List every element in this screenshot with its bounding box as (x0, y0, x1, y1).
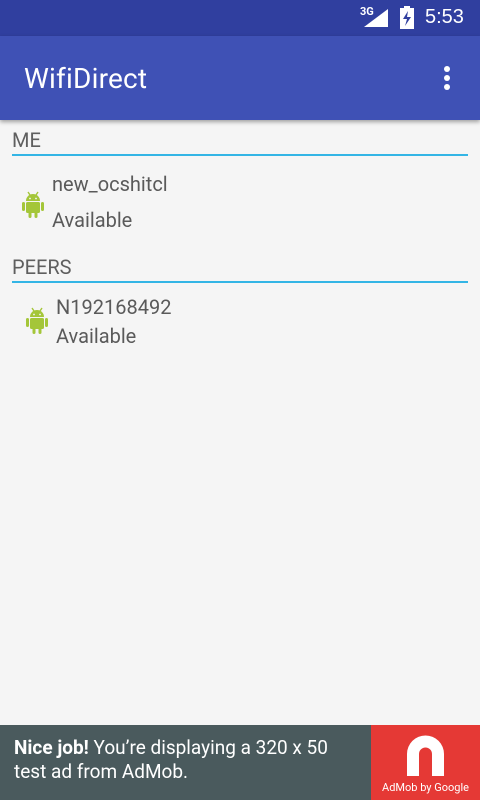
admob-logo-caption: AdMob by Google (382, 781, 469, 794)
section-header-me: ME (12, 127, 468, 156)
battery-icon (400, 6, 414, 29)
device-name: N192168492 (56, 295, 172, 319)
my-device-row[interactable]: new_ocshitcl Available (0, 167, 480, 243)
ad-banner[interactable]: Nice job! You’re displaying a 320 x 50 t… (0, 725, 480, 800)
android-icon (26, 307, 48, 334)
android-icon (22, 191, 44, 218)
app-bar: WifiDirect (0, 36, 480, 120)
section-header-peers: PEERS (12, 254, 468, 283)
device-status: Available (52, 208, 133, 232)
app-title: WifiDirect (24, 62, 148, 95)
admob-logo: AdMob by Google (371, 725, 480, 800)
admob-logo-icon (407, 735, 444, 776)
ad-text: Nice job! You’re displaying a 320 x 50 t… (14, 736, 364, 784)
status-bar: 3G 5:53 (0, 0, 480, 36)
signal-icon (364, 9, 388, 27)
device-name: new_ocshitcl (52, 172, 168, 196)
overflow-menu-icon[interactable] (432, 62, 462, 94)
device-status: Available (56, 324, 137, 348)
clock: 5:53 (425, 6, 464, 28)
peer-device-row[interactable]: N192168492 Available (0, 290, 480, 366)
ad-headline: Nice job! (14, 736, 89, 759)
